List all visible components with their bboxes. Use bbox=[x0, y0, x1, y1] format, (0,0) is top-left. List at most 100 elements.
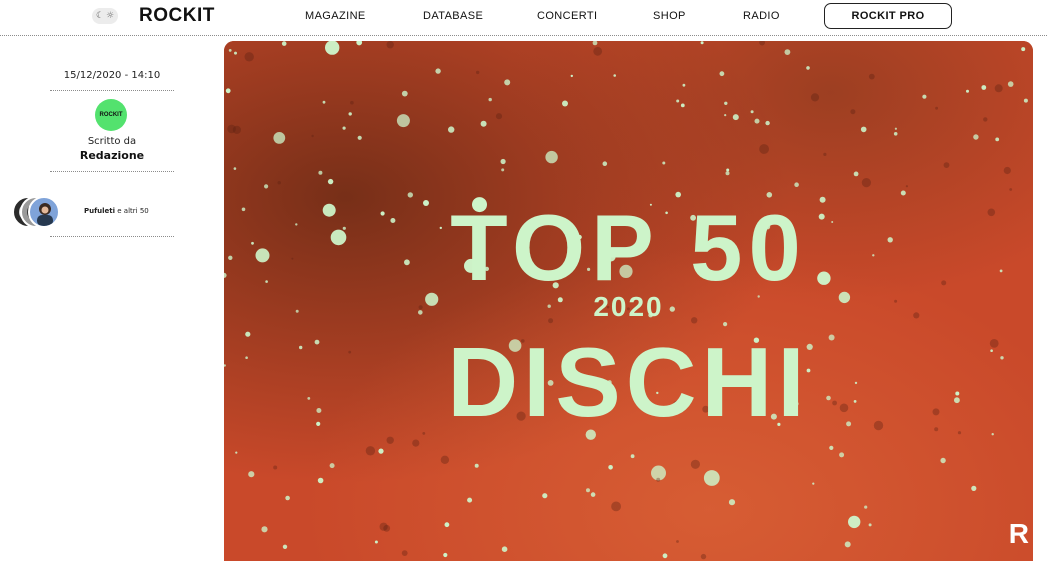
speckle-dot bbox=[868, 523, 872, 527]
speckle-dot bbox=[378, 448, 384, 454]
speckle-dot bbox=[894, 127, 898, 130]
speckle-dot bbox=[893, 132, 898, 136]
author-name[interactable]: Redazione bbox=[50, 149, 174, 162]
crater-mark bbox=[412, 439, 420, 447]
speckle-dot bbox=[966, 89, 969, 93]
speckle-dot bbox=[329, 463, 335, 469]
crater-mark bbox=[935, 106, 938, 110]
likers-rest: e altri 50 bbox=[115, 207, 149, 215]
speckle-dot bbox=[467, 497, 473, 503]
hero-title-top: TOP 50 bbox=[450, 195, 807, 300]
speckle-dot bbox=[860, 126, 867, 133]
speckle-dot bbox=[545, 150, 558, 164]
speckle-dot bbox=[973, 134, 979, 140]
divider bbox=[50, 171, 174, 172]
crater-mark bbox=[401, 550, 408, 556]
speckle-dot bbox=[839, 452, 845, 458]
speckle-dot bbox=[844, 541, 851, 548]
sun-icon: ☼ bbox=[105, 10, 115, 21]
crater-mark bbox=[861, 178, 872, 188]
likers-text[interactable]: Pufuleti e altri 50 bbox=[84, 207, 149, 215]
crater-mark bbox=[823, 152, 827, 156]
speckle-dot bbox=[676, 99, 680, 103]
rockit-logo[interactable]: ROCKIT bbox=[139, 5, 215, 27]
publish-date: 15/12/2020 - 14:10 bbox=[63, 70, 161, 81]
author-avatar[interactable]: ROCKIT bbox=[95, 99, 127, 131]
speckle-dot bbox=[728, 499, 736, 506]
speckle-dot bbox=[261, 526, 268, 533]
top-navbar: ☾ ☼ ROCKIT MAGAZINE DATABASE CONCERTI SH… bbox=[0, 0, 1047, 36]
nav-shop[interactable]: SHOP bbox=[653, 10, 686, 22]
speckle-dot bbox=[724, 101, 728, 105]
speckle-dot bbox=[726, 168, 730, 172]
speckle-dot bbox=[273, 132, 286, 144]
nav-radio[interactable]: RADIO bbox=[743, 10, 780, 22]
crater-mark bbox=[810, 93, 820, 102]
crater-mark bbox=[700, 553, 707, 560]
crater-mark bbox=[759, 144, 769, 154]
crater-mark bbox=[905, 185, 909, 188]
speckle-dot bbox=[680, 103, 685, 108]
rockit-pro-button[interactable]: ROCKIT PRO bbox=[824, 3, 952, 29]
crater-mark bbox=[943, 162, 950, 168]
speckle-dot bbox=[264, 184, 269, 189]
likers-avatars[interactable] bbox=[12, 196, 72, 228]
speckle-dot bbox=[754, 118, 760, 124]
crater-mark bbox=[676, 540, 679, 543]
hero-title-bottom: DISCHI bbox=[447, 327, 810, 437]
speckle-dot bbox=[848, 515, 861, 529]
speckle-dot bbox=[225, 88, 231, 94]
crater-mark bbox=[350, 100, 354, 105]
speckle-dot bbox=[829, 445, 834, 450]
speckle-dot bbox=[234, 51, 237, 55]
speckle-dot bbox=[342, 126, 346, 130]
speckle-dot bbox=[719, 71, 725, 77]
speckle-dot bbox=[282, 544, 288, 549]
nav-concerti[interactable]: CONCERTI bbox=[537, 10, 597, 22]
speckle-dot bbox=[864, 505, 868, 509]
crater-mark bbox=[611, 501, 621, 512]
speckle-dot bbox=[348, 112, 352, 116]
crater-mark bbox=[277, 181, 281, 185]
crater-mark bbox=[868, 73, 875, 80]
speckle-dot bbox=[630, 454, 635, 459]
crater-mark bbox=[1009, 188, 1013, 191]
speckle-dot bbox=[374, 540, 378, 544]
speckle-dot bbox=[981, 85, 987, 90]
hero-year: 2020 bbox=[593, 291, 664, 322]
speckle-dot bbox=[562, 100, 568, 107]
crater-mark bbox=[311, 134, 314, 138]
speckle-dot bbox=[806, 66, 810, 70]
speckle-dot bbox=[501, 168, 505, 172]
crater-mark bbox=[690, 459, 700, 469]
speckle-dot bbox=[570, 74, 573, 78]
speckle-dot bbox=[662, 161, 666, 165]
nav-magazine[interactable]: MAGAZINE bbox=[305, 10, 366, 22]
speckle-dot bbox=[586, 488, 590, 493]
speckle-dot bbox=[228, 49, 232, 52]
crater-mark bbox=[983, 117, 988, 122]
speckle-dot bbox=[233, 167, 237, 170]
crater-mark bbox=[1003, 166, 1011, 175]
speckle-dot bbox=[500, 158, 506, 165]
speckle-dot bbox=[443, 552, 448, 558]
speckle-dot bbox=[248, 471, 255, 478]
speckle-dot bbox=[602, 161, 608, 166]
crater-mark bbox=[850, 109, 856, 115]
crater-mark bbox=[244, 52, 254, 62]
speckle-dot bbox=[480, 120, 487, 127]
crater-mark bbox=[994, 84, 1003, 93]
nav-database[interactable]: DATABASE bbox=[423, 10, 483, 22]
crater-mark bbox=[656, 477, 661, 482]
speckle-dot bbox=[922, 94, 927, 99]
speckle-dot bbox=[435, 68, 441, 74]
theme-toggle[interactable]: ☾ ☼ bbox=[92, 8, 118, 24]
crater-mark bbox=[440, 455, 450, 464]
speckle-dot bbox=[281, 41, 287, 46]
crater-mark bbox=[273, 465, 278, 470]
speckle-dot bbox=[448, 126, 455, 133]
speckle-dot bbox=[682, 83, 686, 87]
written-by-label: Scritto da bbox=[87, 136, 137, 147]
divider bbox=[50, 236, 174, 237]
speckle-dot bbox=[317, 477, 324, 484]
